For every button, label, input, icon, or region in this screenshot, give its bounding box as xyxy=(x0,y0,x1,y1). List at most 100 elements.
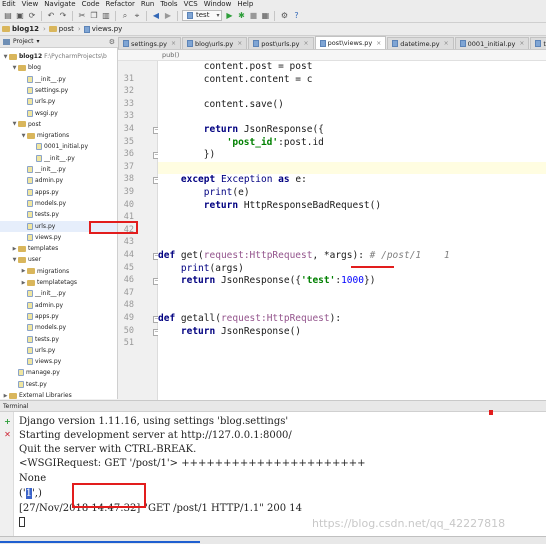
tab-label: datetime.py xyxy=(400,39,440,48)
debug-icon[interactable]: ✱ xyxy=(236,11,246,21)
stop-icon[interactable]: ■ xyxy=(248,11,258,21)
code-line: return HttpResponseBadRequest() xyxy=(203,199,382,211)
chevron-right-icon[interactable]: ▶ xyxy=(20,268,27,274)
chevron-down-icon[interactable]: ▼ xyxy=(2,54,9,60)
run-config-select[interactable]: test ▾ xyxy=(182,10,223,21)
tree-item[interactable]: views.py xyxy=(0,356,117,367)
menu-refactor[interactable]: Refactor xyxy=(106,0,135,9)
editor-tab[interactable]: post\urls.py × xyxy=(248,37,314,49)
close-icon[interactable]: × xyxy=(376,40,381,47)
tree-item[interactable]: 0001_initial.py xyxy=(0,141,117,152)
sync-icon[interactable]: ⟳ xyxy=(27,11,37,21)
tree-item-label: blog xyxy=(28,64,41,72)
tree-item[interactable]: apps.py xyxy=(0,187,117,198)
cut-icon[interactable]: ✂ xyxy=(77,11,87,21)
nav-crumb-folder[interactable]: post › xyxy=(48,25,81,33)
menu-edit[interactable]: Edit xyxy=(2,0,16,9)
open-icon[interactable]: ▤ xyxy=(3,11,13,21)
close-icon[interactable]: × xyxy=(304,40,309,47)
tree-item[interactable]: models.py xyxy=(0,322,117,333)
editor-tab[interactable]: datetime.py × xyxy=(387,37,454,49)
menu-run[interactable]: Run xyxy=(141,0,154,9)
redo-icon[interactable]: ↷ xyxy=(58,11,68,21)
menu-window[interactable]: Window xyxy=(204,0,232,9)
editor-breadcrumb[interactable]: pub() xyxy=(118,50,546,61)
chevron-down-icon[interactable]: ▼ xyxy=(11,65,18,71)
new-session-icon[interactable]: + xyxy=(3,417,12,426)
close-icon[interactable]: × xyxy=(519,40,524,47)
toolbar-divider xyxy=(41,10,42,21)
tree-item[interactable]: urls.py xyxy=(0,96,117,107)
menu-help[interactable]: Help xyxy=(237,0,253,9)
menu-tools[interactable]: Tools xyxy=(160,0,177,9)
tree-item[interactable]: manage.py xyxy=(0,367,117,378)
tree-item[interactable]: models.py xyxy=(0,198,117,209)
tree-item[interactable]: ▶ migrations xyxy=(0,266,117,277)
close-icon[interactable]: × xyxy=(171,40,176,47)
tree-item[interactable]: wsgi.py xyxy=(0,108,117,119)
tree-item[interactable]: tests.py xyxy=(0,334,117,345)
chevron-down-icon[interactable]: ▼ xyxy=(20,133,27,139)
paste-icon[interactable]: ▥ xyxy=(101,11,111,21)
nav-crumb-label: blog12 xyxy=(12,25,39,33)
tree-item[interactable]: __init__.py xyxy=(0,164,117,175)
project-panel-header[interactable]: Project ▾ ⚙ xyxy=(0,36,118,48)
nav-crumb-file[interactable]: views.py xyxy=(83,25,122,33)
tree-item[interactable]: ▼ blog12 F:\PycharmProjects\b xyxy=(0,51,117,62)
editor-tab[interactable]: test.py× xyxy=(530,37,546,49)
close-icon[interactable]: × xyxy=(444,40,449,47)
menu-vcs[interactable]: VCS xyxy=(184,0,198,9)
editor-tab[interactable]: settings.py × xyxy=(118,37,181,49)
tree-item[interactable]: urls.py xyxy=(0,345,117,356)
back-icon[interactable]: ◀ xyxy=(151,11,161,21)
tree-item[interactable]: ▼ post xyxy=(0,119,117,130)
tree-item[interactable]: ▶ templatetags xyxy=(0,277,117,288)
structure-icon[interactable]: ▦ xyxy=(260,11,270,21)
settings-icon[interactable]: ⚙ xyxy=(279,11,289,21)
editor-tab[interactable]: blog\urls.py × xyxy=(182,37,248,49)
tree-item[interactable]: apps.py xyxy=(0,311,117,322)
python-file-icon xyxy=(459,40,466,47)
chevron-down-icon[interactable]: ▾ xyxy=(37,38,40,45)
tree-item[interactable]: ▶ templates xyxy=(0,243,117,254)
close-icon[interactable]: × xyxy=(237,40,242,47)
help-icon[interactable]: ? xyxy=(291,11,301,21)
tree-item[interactable]: ▼ migrations xyxy=(0,130,117,141)
line-number: 36 xyxy=(123,149,134,160)
tree-item[interactable]: ▼ user xyxy=(0,254,117,265)
menu-navigate[interactable]: Navigate xyxy=(44,0,75,9)
run-icon[interactable]: ▶ xyxy=(224,11,234,21)
tree-item[interactable]: admin.py xyxy=(0,300,117,311)
find-icon[interactable]: ⌕ xyxy=(120,11,130,21)
menu-code[interactable]: Code xyxy=(82,0,100,9)
chevron-right-icon[interactable]: ▶ xyxy=(2,393,9,399)
editor-tab[interactable]: 0001_initial.py × xyxy=(454,37,530,49)
tree-item[interactable]: admin.py xyxy=(0,175,117,186)
forward-icon[interactable]: ▶ xyxy=(163,11,173,21)
chevron-right-icon[interactable]: ▶ xyxy=(20,280,27,286)
close-session-icon[interactable]: ✕ xyxy=(3,430,12,439)
python-file-icon xyxy=(123,40,129,47)
tree-item[interactable]: test.py xyxy=(0,379,117,390)
chevron-down-icon[interactable]: ▼ xyxy=(11,257,18,263)
tree-item[interactable]: ▼ blog xyxy=(0,62,117,73)
project-panel-title: Project xyxy=(13,38,34,45)
undo-icon[interactable]: ↶ xyxy=(46,11,56,21)
copy-icon[interactable]: ❐ xyxy=(89,11,99,21)
code-editor[interactable]: content.post = post content.content = c … xyxy=(158,61,546,400)
tree-item[interactable]: __init__.py xyxy=(0,74,117,85)
editor-tab[interactable]: post\views.py × xyxy=(314,36,387,49)
chevron-right-icon[interactable]: ▶ xyxy=(11,246,18,252)
gear-icon[interactable]: ⚙ xyxy=(109,38,115,46)
save-icon[interactable]: ▣ xyxy=(15,11,25,21)
tree-item[interactable]: __init__.py xyxy=(0,153,117,164)
replace-icon[interactable]: ⌖ xyxy=(132,11,142,21)
chevron-down-icon[interactable]: ▼ xyxy=(11,121,18,127)
menu-view[interactable]: View xyxy=(22,0,39,9)
nav-crumb-project[interactable]: blog12 › xyxy=(2,25,46,33)
terminal-line: Quit the server with CTRL-BREAK. xyxy=(19,444,197,455)
tree-item[interactable]: __init__.py xyxy=(0,288,117,299)
tree-item[interactable]: ▶ External Libraries xyxy=(0,390,117,399)
tree-item[interactable]: tests.py xyxy=(0,209,117,220)
tree-item[interactable]: settings.py xyxy=(0,85,117,96)
